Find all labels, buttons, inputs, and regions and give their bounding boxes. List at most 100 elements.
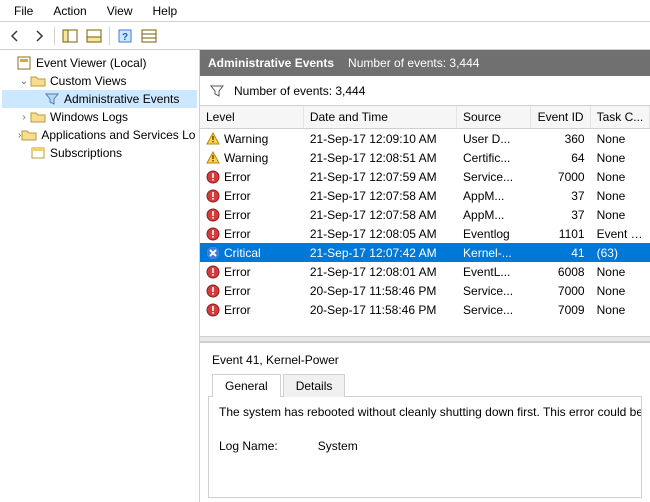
- content-pane: Administrative Events Number of events: …: [200, 50, 650, 502]
- cell-level: Error: [224, 170, 251, 184]
- cell-source: Certific...: [457, 151, 531, 165]
- cell-date: 21-Sep-17 12:09:10 AM: [304, 132, 457, 146]
- detail-title: Event 41, Kernel-Power: [204, 349, 646, 373]
- toolbar: ?: [0, 22, 650, 50]
- props-button[interactable]: [138, 25, 160, 47]
- logname-label: Log Name:: [219, 439, 278, 453]
- table-row[interactable]: Warning21-Sep-17 12:08:51 AMCertific...6…: [200, 148, 650, 167]
- tree-custom-views[interactable]: ⌄ Custom Views: [2, 72, 197, 90]
- show-tree-button[interactable]: [59, 25, 81, 47]
- content-title: Administrative Events: [208, 56, 334, 70]
- detail-description: The system has rebooted without cleanly …: [219, 405, 631, 419]
- menu-help[interactable]: Help: [143, 2, 188, 20]
- help-icon: ?: [118, 29, 132, 43]
- expand-icon[interactable]: ›: [18, 112, 30, 123]
- detail-pane: Event 41, Kernel-Power General Details T…: [200, 342, 650, 502]
- filter-bar: Number of events: 3,444: [200, 76, 650, 106]
- table-row[interactable]: Error 21-Sep-17 12:08:05 AMEventlog1101Ev…: [200, 224, 650, 243]
- panel-icon: [62, 29, 78, 43]
- tree-apps-services-label: Applications and Services Lo: [41, 128, 195, 142]
- menu-file[interactable]: File: [4, 2, 43, 20]
- tree-admin-events-label: Administrative Events: [64, 92, 179, 106]
- funnel-icon: [210, 84, 224, 98]
- arrow-right-icon: [32, 29, 46, 43]
- cell-task: None: [591, 303, 650, 317]
- table-row[interactable]: Error20-Sep-17 11:58:46 PMService...7000…: [200, 281, 650, 300]
- tree-apps-services[interactable]: › Applications and Services Lo: [2, 126, 197, 144]
- menu-view[interactable]: View: [97, 2, 143, 20]
- detail-body: The system has rebooted without cleanly …: [208, 396, 642, 498]
- critical-icon: [206, 246, 220, 260]
- cell-task: (63): [591, 246, 650, 260]
- event-list: Level Date and Time Source Event ID Task…: [200, 106, 650, 336]
- cell-source: Kernel-...: [457, 246, 531, 260]
- cell-eventid: 64: [531, 151, 590, 165]
- list-body[interactable]: Warning21-Sep-17 12:09:10 AMUser D...360…: [200, 129, 650, 336]
- table-row[interactable]: Error21-Sep-17 12:08:01 AMEventL...6008N…: [200, 262, 650, 281]
- table-row[interactable]: Error21-Sep-17 12:07:59 AMService...7000…: [200, 167, 650, 186]
- cell-source: EventL...: [457, 265, 531, 279]
- col-source[interactable]: Source: [457, 106, 531, 128]
- cell-level: Error: [224, 208, 251, 222]
- folder-icon: [30, 73, 46, 89]
- tree-admin-events[interactable]: Administrative Events: [2, 90, 197, 108]
- cell-source: Eventlog: [457, 227, 531, 241]
- tree-pane: Event Viewer (Local) ⌄ Custom Views Admi…: [0, 50, 200, 502]
- svg-text:?: ?: [122, 32, 128, 43]
- cell-eventid: 41: [531, 246, 590, 260]
- table-row[interactable]: Error20-Sep-17 11:58:46 PMService...7009…: [200, 300, 650, 319]
- col-date[interactable]: Date and Time: [304, 106, 457, 128]
- cell-eventid: 37: [531, 189, 590, 203]
- table-row[interactable]: Error21-Sep-17 12:07:58 AMAppM...37None: [200, 205, 650, 224]
- properties-icon: [141, 29, 157, 43]
- cell-date: 20-Sep-17 11:58:46 PM: [304, 303, 457, 317]
- folder-icon: [30, 109, 46, 125]
- forward-button[interactable]: [28, 25, 50, 47]
- content-count: Number of events: 3,444: [348, 56, 479, 70]
- tree-subscriptions[interactable]: Subscriptions: [2, 144, 197, 162]
- error-icon: [206, 265, 220, 279]
- back-button[interactable]: [4, 25, 26, 47]
- error-icon: [206, 170, 220, 184]
- cell-source: AppM...: [457, 189, 531, 203]
- cell-date: 21-Sep-17 12:07:59 AM: [304, 170, 457, 184]
- tab-general[interactable]: General: [212, 374, 281, 397]
- cell-eventid: 37: [531, 208, 590, 222]
- tree-windows-logs[interactable]: › Windows Logs: [2, 108, 197, 126]
- cell-task: None: [591, 265, 650, 279]
- tree-windows-logs-label: Windows Logs: [50, 110, 128, 124]
- col-task[interactable]: Task C...: [591, 106, 650, 128]
- cell-date: 21-Sep-17 12:08:51 AM: [304, 151, 457, 165]
- logname-value: System: [318, 439, 358, 453]
- help-button[interactable]: ?: [114, 25, 136, 47]
- col-eventid[interactable]: Event ID: [531, 106, 590, 128]
- tree-root[interactable]: Event Viewer (Local): [2, 54, 197, 72]
- cell-level: Warning: [224, 132, 268, 146]
- folder-icon: [21, 127, 37, 143]
- tab-details[interactable]: Details: [283, 374, 346, 397]
- cell-level: Error: [224, 227, 251, 241]
- arrow-left-icon: [8, 29, 22, 43]
- cell-task: None: [591, 170, 650, 184]
- filter-view-icon: [44, 91, 60, 107]
- cell-level: Error: [224, 284, 251, 298]
- cell-task: None: [591, 189, 650, 203]
- cell-level: Error: [224, 303, 251, 317]
- menu-action[interactable]: Action: [43, 2, 96, 20]
- cell-date: 21-Sep-17 12:08:05 AM: [304, 227, 457, 241]
- tree-custom-views-label: Custom Views: [50, 74, 126, 88]
- tree-root-label: Event Viewer (Local): [36, 56, 147, 70]
- table-row[interactable]: Critical21-Sep-17 12:07:42 AMKernel-...4…: [200, 243, 650, 262]
- error-icon: [206, 208, 220, 222]
- eventviewer-icon: [16, 55, 32, 71]
- col-level[interactable]: Level: [200, 106, 304, 128]
- cell-task: Event p...: [591, 227, 650, 241]
- cell-source: Service...: [457, 284, 531, 298]
- cell-eventid: 7009: [531, 303, 590, 317]
- cell-eventid: 1101: [531, 227, 590, 241]
- show-preview-button[interactable]: [83, 25, 105, 47]
- collapse-icon[interactable]: ⌄: [18, 76, 30, 87]
- table-row[interactable]: Error21-Sep-17 12:07:58 AMAppM...37None: [200, 186, 650, 205]
- detail-tabs: General Details: [204, 373, 646, 396]
- table-row[interactable]: Warning21-Sep-17 12:09:10 AMUser D...360…: [200, 129, 650, 148]
